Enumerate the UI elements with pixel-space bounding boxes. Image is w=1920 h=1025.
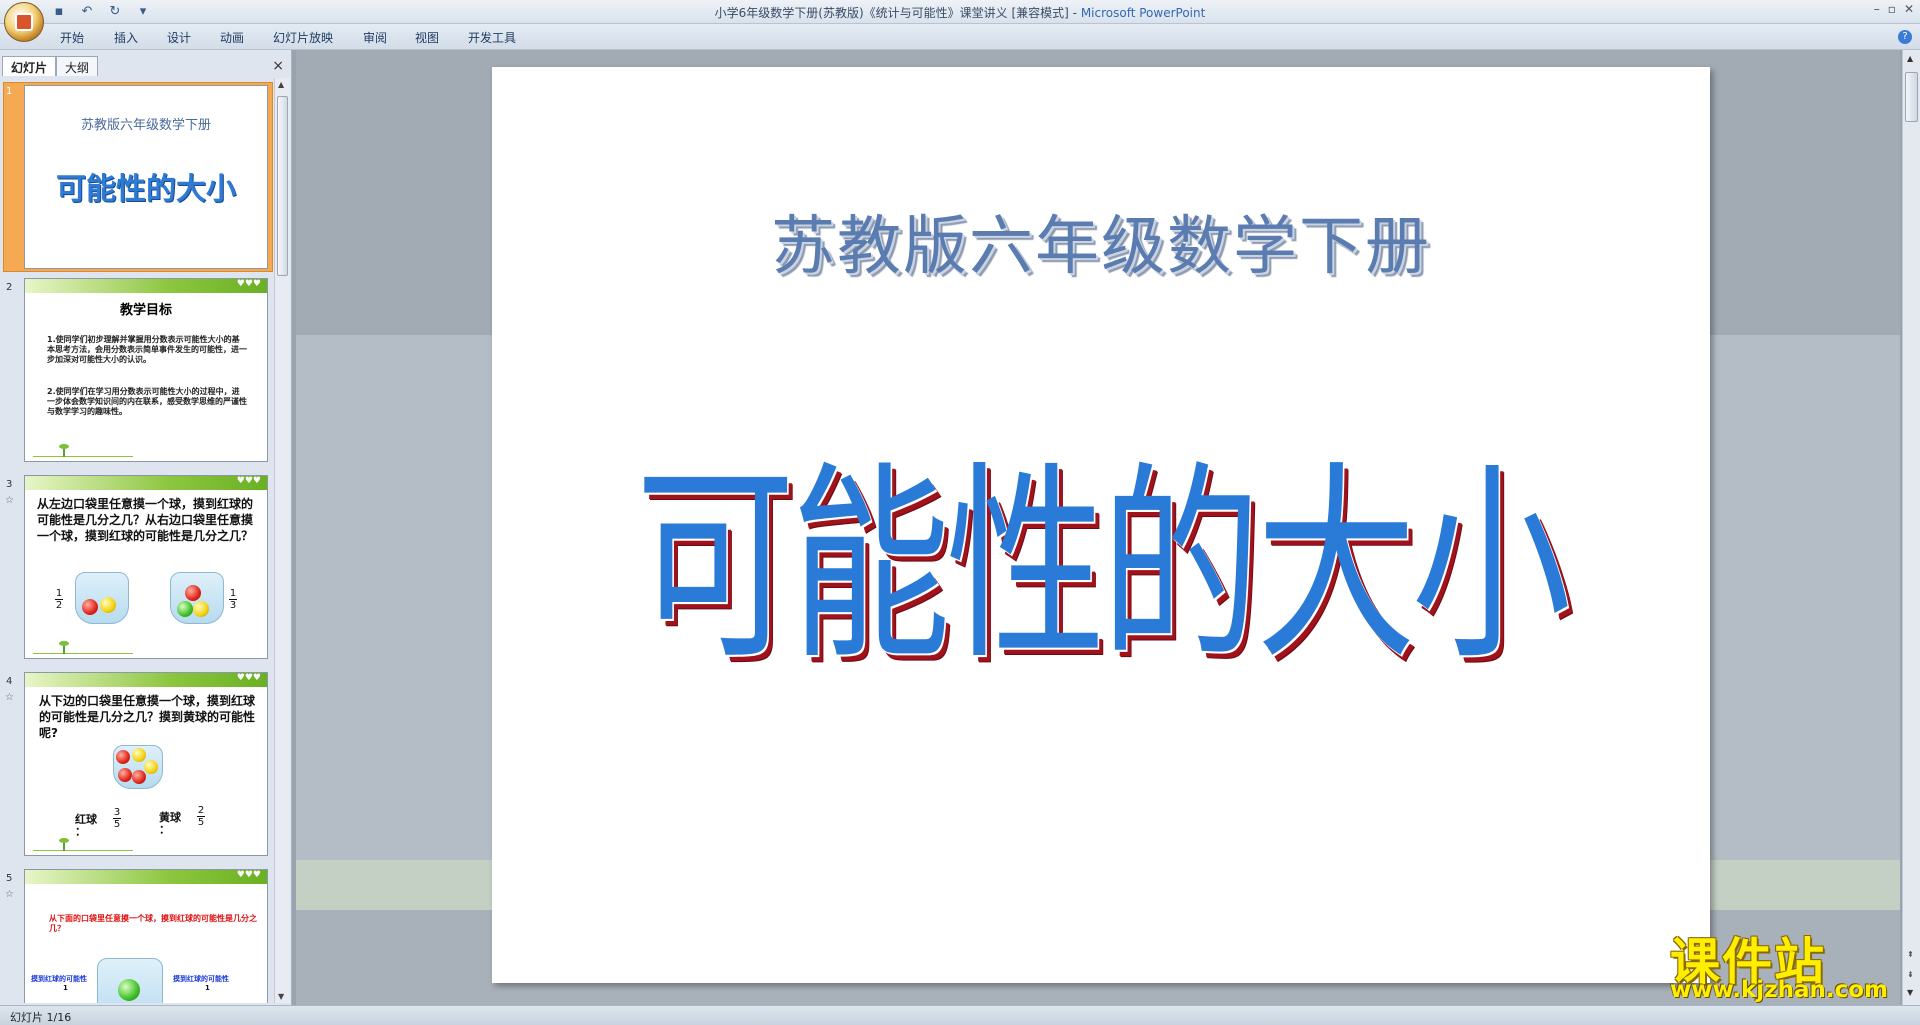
- small-label-right: 摸到红球的可能性: [173, 975, 229, 983]
- tab-insert[interactable]: 插入: [114, 29, 138, 46]
- header-bar: [25, 870, 267, 884]
- watermark-logo: 课件站 www.kjzhan.com: [1670, 922, 1900, 1003]
- thumb-title: 可能性的大小: [56, 172, 236, 207]
- sprout-decoration: [33, 640, 133, 654]
- office-button[interactable]: [4, 2, 44, 42]
- thumb-question: 从左边口袋里任意摸一个球，摸到红球的可能性是几分之几？从右边口袋里任意摸一个球，…: [37, 497, 254, 543]
- tab-slides[interactable]: 幻灯片: [2, 56, 57, 76]
- pane-tabs: 幻灯片 大纲 ×: [0, 54, 292, 76]
- document-title: 小学6年级数学下册(苏教版)《统计与可能性》课堂讲义 [兼容模式] -: [714, 6, 1081, 20]
- bag-image: [97, 958, 163, 1003]
- thumb-question: 从下边的口袋里任意摸一个球，摸到红球的可能性是几分之几？摸到黄球的可能性呢?: [39, 694, 256, 740]
- fraction-left: 12: [55, 588, 63, 611]
- thumb-title: 教学目标: [119, 303, 172, 318]
- small-label-left: 摸到红球的可能性: [31, 975, 87, 983]
- tab-review[interactable]: 审阅: [363, 29, 387, 46]
- close-pane-icon[interactable]: ×: [272, 58, 284, 74]
- status-bar: 幻灯片 1/16: [0, 1005, 1920, 1025]
- watermark-url: www.kjzhan.com: [1670, 977, 1888, 1003]
- thumbnails-scrollbar[interactable]: ▲ ▼: [274, 78, 290, 1003]
- bag-image: [113, 745, 163, 789]
- slide-number: 1: [6, 86, 13, 97]
- thumb-question: 从下面的口袋里任意摸一个球，摸到红球的可能性是几分之几？: [49, 914, 257, 933]
- slide-thumbnail-4[interactable]: 从下边的口袋里任意摸一个球，摸到红球的可能性是几分之几？摸到黄球的可能性呢? 红…: [24, 672, 268, 856]
- help-icon[interactable]: ?: [1898, 30, 1912, 44]
- close-icon[interactable]: ✕: [1904, 2, 1914, 16]
- next-slide-icon[interactable]: ⇟: [1907, 970, 1914, 979]
- app-name: Microsoft PowerPoint: [1080, 6, 1206, 20]
- tab-developer[interactable]: 开发工具: [468, 29, 516, 46]
- slide-number: 3: [6, 479, 13, 490]
- window-controls: – ▫ ✕: [1874, 2, 1914, 16]
- slide-title[interactable]: 可能性的大小: [614, 451, 1588, 683]
- sprout-decoration: [33, 443, 133, 457]
- small-fraction-left: 1: [63, 984, 68, 992]
- scrollbar-thumb[interactable]: [277, 96, 288, 276]
- scroll-up-icon[interactable]: ▲: [1907, 54, 1913, 63]
- slide-editor: 苏教版六年级数学下册 可能性的大小: [296, 50, 1900, 1005]
- scroll-up-icon[interactable]: ▲: [278, 80, 284, 89]
- scrollbar-thumb[interactable]: [1905, 72, 1918, 122]
- fraction-red: 35: [113, 807, 121, 830]
- ribbon-tabs: 开始 插入 设计 动画 幻灯片放映 审阅 视图 开发工具 ?: [0, 24, 1920, 50]
- tab-outline[interactable]: 大纲: [56, 56, 99, 76]
- title-bar: ▪ ↶ ↻ ▾ 小学6年级数学下册(苏教版)《统计与可能性》课堂讲义 [兼容模式…: [0, 0, 1920, 24]
- small-fraction-right: 1: [205, 984, 210, 992]
- tab-animations[interactable]: 动画: [220, 29, 244, 46]
- fraction-yellow: 25: [197, 805, 205, 828]
- slide-thumbnail-1[interactable]: 苏教版六年级数学下册 可能性的大小: [24, 85, 268, 269]
- slide-subtitle[interactable]: 苏教版六年级数学下册: [492, 195, 1710, 287]
- bag-image-left: [75, 572, 129, 624]
- header-bar: [25, 279, 267, 293]
- tab-view[interactable]: 视图: [415, 29, 439, 46]
- slide-thumbnail-2[interactable]: 教学目标 1.使同学们初步理解并掌握用分数表示可能性大小的基本思考方法，会用分数…: [24, 278, 268, 462]
- scroll-down-icon[interactable]: ▼: [1907, 988, 1913, 997]
- minimize-icon[interactable]: –: [1874, 2, 1880, 16]
- slide-thumbnail-3[interactable]: 从左边口袋里任意摸一个球，摸到红球的可能性是几分之几？从右边口袋里任意摸一个球，…: [24, 475, 268, 659]
- animation-star-icon: ☆: [5, 495, 14, 506]
- office-logo-icon: [15, 13, 33, 31]
- editor-scrollbar[interactable]: ▲ ⇞ ⇟ ▼: [1902, 50, 1920, 1005]
- thumb-paragraph-1: 1.使同学们初步理解并掌握用分数表示可能性大小的基本思考方法，会用分数表示简单事…: [47, 335, 247, 364]
- thumb-paragraph-2: 2.使同学们在学习用分数表示可能性大小的过程中，进一步体会数学知识间的内在联系，…: [47, 387, 247, 416]
- slide-thumbnail-5[interactable]: 从下面的口袋里任意摸一个球，摸到红球的可能性是几分之几？ 摸到红球的可能性 1 …: [24, 869, 268, 1003]
- tab-slideshow[interactable]: 幻灯片放映: [273, 29, 333, 46]
- slide-counter: 幻灯片 1/16: [10, 1011, 72, 1024]
- header-bar: [25, 673, 267, 687]
- slide-number: 2: [6, 282, 13, 293]
- slide-number: 4: [6, 676, 13, 687]
- slide-thumbnails: 1 苏教版六年级数学下册 可能性的大小 2 教学目标 1.使同学们初步理解并掌握…: [0, 78, 274, 1003]
- scroll-down-icon[interactable]: ▼: [278, 992, 284, 1001]
- animation-star-icon: ☆: [5, 692, 14, 703]
- bag-image-right: [170, 572, 224, 624]
- thumb-subtitle: 苏教版六年级数学下册: [80, 118, 211, 133]
- current-slide[interactable]: 苏教版六年级数学下册 可能性的大小: [492, 67, 1710, 983]
- fraction-right: 13: [229, 588, 237, 611]
- yellow-colon: ：: [159, 823, 170, 836]
- tab-design[interactable]: 设计: [167, 29, 191, 46]
- restore-icon[interactable]: ▫: [1888, 2, 1896, 16]
- sprout-decoration: [33, 837, 133, 851]
- animation-star-icon: ☆: [5, 889, 14, 900]
- slide-number: 5: [6, 873, 13, 884]
- tab-home[interactable]: 开始: [60, 29, 84, 46]
- slides-pane: 幻灯片 大纲 × 1 苏教版六年级数学下册 可能性的大小 2 教学目标 1.使同…: [0, 50, 292, 1005]
- window-title: 小学6年级数学下册(苏教版)《统计与可能性》课堂讲义 [兼容模式] - Micr…: [0, 4, 1920, 21]
- previous-slide-icon[interactable]: ⇞: [1907, 950, 1914, 959]
- header-bar: [25, 476, 267, 490]
